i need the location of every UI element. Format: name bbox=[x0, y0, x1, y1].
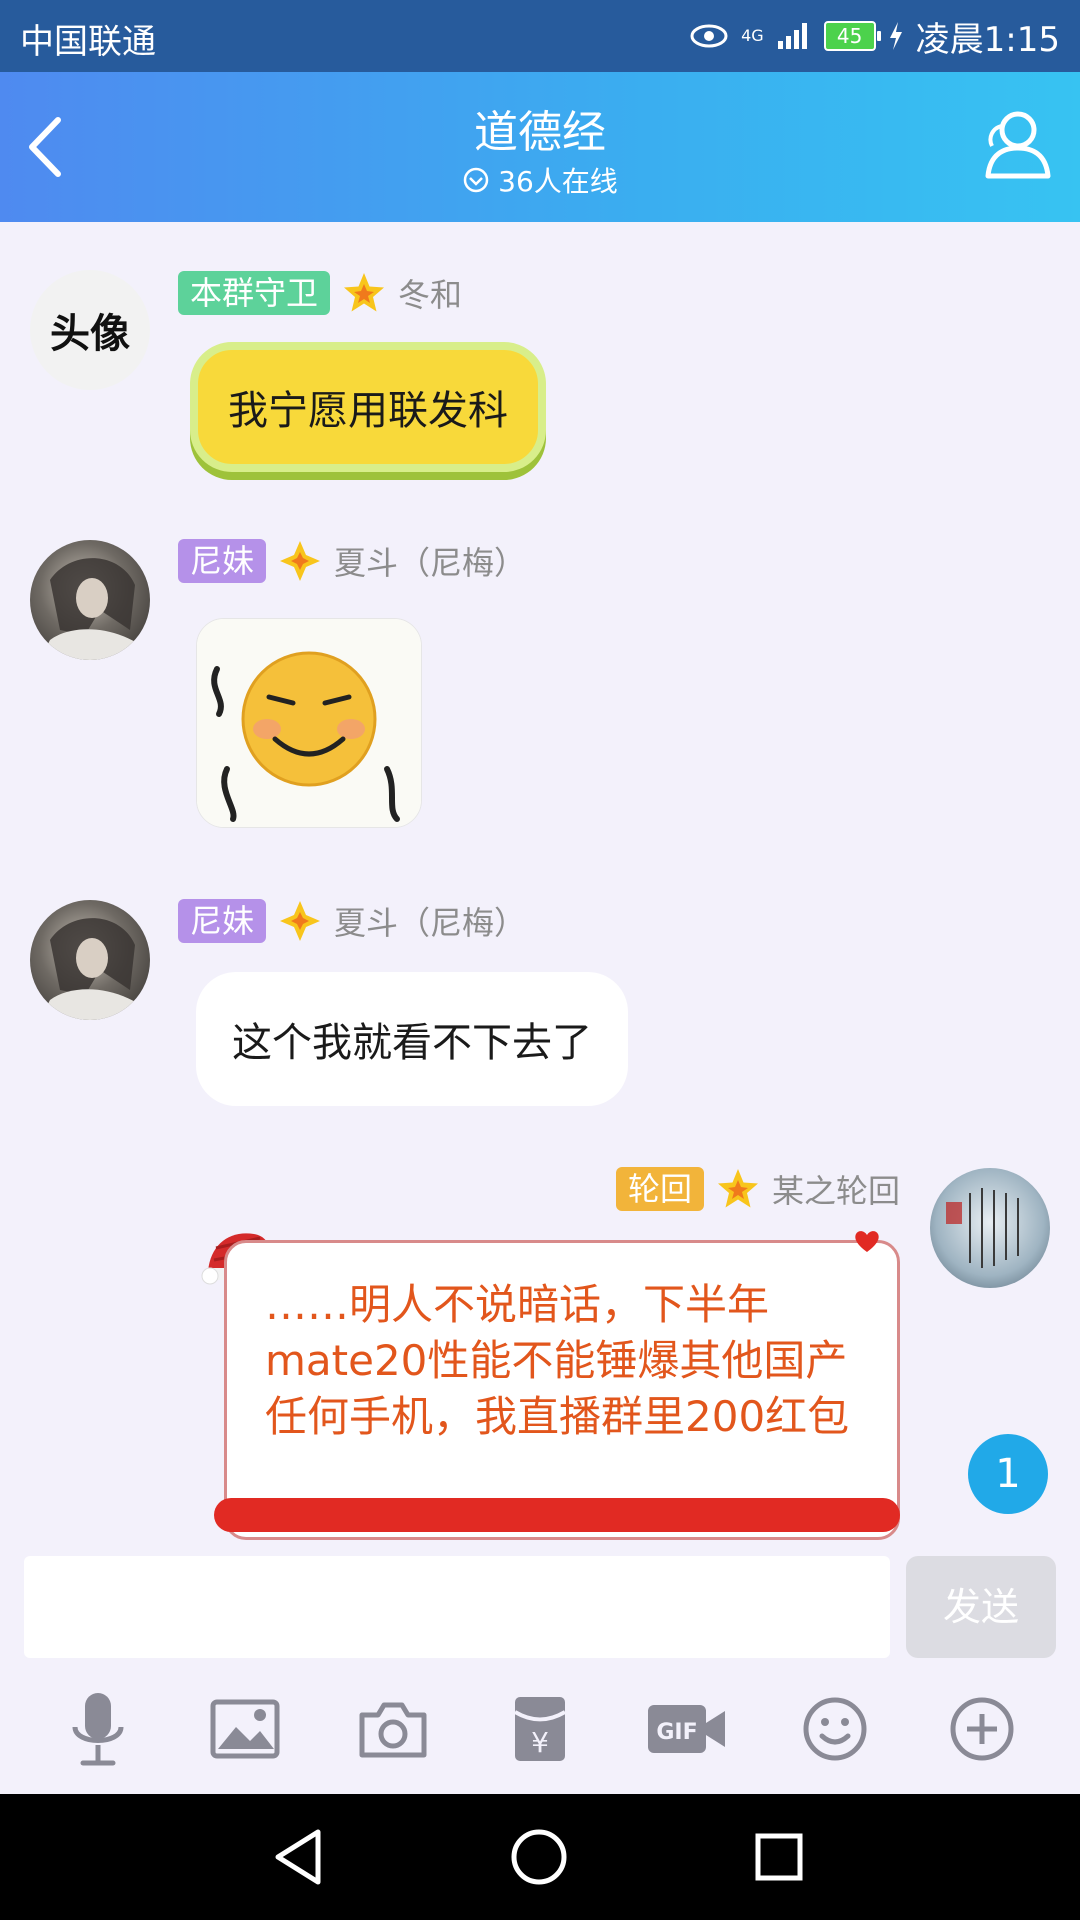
avatar[interactable] bbox=[930, 1168, 1050, 1288]
group-title: 道德经 bbox=[474, 107, 606, 158]
clock: 凌晨1:15 bbox=[915, 19, 1060, 60]
avatar[interactable] bbox=[30, 900, 150, 1020]
sticker-image[interactable] bbox=[196, 618, 422, 828]
image-icon bbox=[210, 1699, 280, 1759]
gif-video-icon: GIF bbox=[648, 1705, 726, 1753]
avatar[interactable]: 头像 bbox=[30, 270, 150, 390]
image-button[interactable] bbox=[200, 1684, 290, 1774]
avatar-portrait bbox=[40, 558, 140, 660]
chat-header: 道德经 36人在线 bbox=[0, 72, 1080, 222]
system-navigation-bar bbox=[0, 1794, 1080, 1920]
network-type: 4G bbox=[741, 26, 764, 45]
laughing-face-sticker bbox=[197, 619, 421, 827]
camera-button[interactable] bbox=[348, 1684, 438, 1774]
message-bubble[interactable]: 我宁愿用联发科 bbox=[190, 342, 546, 472]
unread-badge[interactable]: 1 bbox=[968, 1434, 1048, 1514]
more-button[interactable] bbox=[937, 1684, 1027, 1774]
status-icons: 4G 45 凌晨1:15 bbox=[689, 10, 1060, 62]
star-icon bbox=[717, 1169, 758, 1208]
online-status[interactable]: 36人在线 bbox=[0, 160, 1080, 200]
sender-name: 冬和 bbox=[398, 276, 463, 314]
sender-info: 本群守卫 冬和 bbox=[178, 270, 462, 316]
heart-icon bbox=[855, 1231, 879, 1252]
eye-icon bbox=[690, 24, 728, 48]
sender-name: 夏斗（尼梅） bbox=[334, 904, 527, 942]
red-packet-button[interactable]: ¥ bbox=[495, 1684, 585, 1774]
sender-info: 尼妹 夏斗（尼梅） bbox=[178, 898, 526, 944]
svg-text:¥: ¥ bbox=[531, 1726, 549, 1759]
recents-square-icon[interactable] bbox=[746, 1824, 812, 1890]
battery-icon: 45 bbox=[823, 21, 881, 51]
member-tag: 尼妹 bbox=[178, 539, 267, 583]
voice-button[interactable] bbox=[53, 1684, 143, 1774]
carrier-name: 中国联通 bbox=[20, 22, 156, 62]
input-bar: 发送 bbox=[0, 1552, 1080, 1664]
member-tag: 轮回 bbox=[615, 1167, 704, 1211]
message-input[interactable] bbox=[24, 1556, 890, 1658]
charging-icon bbox=[889, 22, 902, 50]
microphone-icon bbox=[72, 1693, 124, 1766]
member-tag: 本群守卫 bbox=[178, 271, 331, 315]
avatar-text: 头像 bbox=[50, 310, 130, 357]
signal-icon bbox=[777, 23, 807, 49]
sender-info: 尼妹 夏斗（尼梅） bbox=[178, 538, 526, 584]
star-icon bbox=[344, 273, 385, 312]
send-button[interactable]: 发送 bbox=[906, 1556, 1056, 1658]
sparkle-icon bbox=[280, 901, 321, 941]
red-packet-icon: ¥ bbox=[513, 1697, 566, 1761]
card-bottom-ribbon bbox=[214, 1498, 900, 1532]
sparkle-icon bbox=[280, 541, 321, 581]
smiley-icon bbox=[803, 1697, 867, 1761]
sender-name: 夏斗（尼梅） bbox=[334, 544, 527, 582]
online-count: 36人在线 bbox=[498, 165, 618, 198]
back-triangle-icon[interactable] bbox=[266, 1824, 332, 1890]
plus-circle-icon bbox=[950, 1697, 1014, 1761]
gif-button[interactable]: GIF bbox=[642, 1684, 732, 1774]
message-bubble[interactable]: ……明人不说暗话，下半年mate20性能不能锤爆其他国产任何手机，我直播群里20… bbox=[224, 1240, 900, 1540]
status-bar: 中国联通 4G 45 凌晨1:15 bbox=[0, 0, 1080, 72]
sender-name: 某之轮回 bbox=[771, 1172, 900, 1210]
avatar[interactable] bbox=[30, 540, 150, 660]
member-tag: 尼妹 bbox=[178, 899, 267, 943]
avatar-portrait bbox=[40, 918, 140, 1020]
group-members-icon[interactable] bbox=[976, 106, 1056, 186]
camera-icon bbox=[359, 1702, 427, 1758]
message-list[interactable]: 头像 本群守卫 冬和 我宁愿用联发科 尼妹 夏斗（尼梅） 尼妹 夏斗（尼梅） 这… bbox=[0, 222, 1080, 1552]
chevron-down-icon bbox=[463, 167, 489, 193]
toolbar: ¥ GIF bbox=[0, 1664, 1080, 1794]
sender-info: 轮回 某之轮回 bbox=[615, 1166, 900, 1212]
message-bubble[interactable]: 这个我就看不下去了 bbox=[196, 972, 628, 1106]
home-circle-icon[interactable] bbox=[506, 1824, 572, 1890]
emoji-button[interactable] bbox=[790, 1684, 880, 1774]
avatar-calligraphy bbox=[946, 1188, 1019, 1268]
svg-text:GIF: GIF bbox=[657, 1720, 698, 1745]
